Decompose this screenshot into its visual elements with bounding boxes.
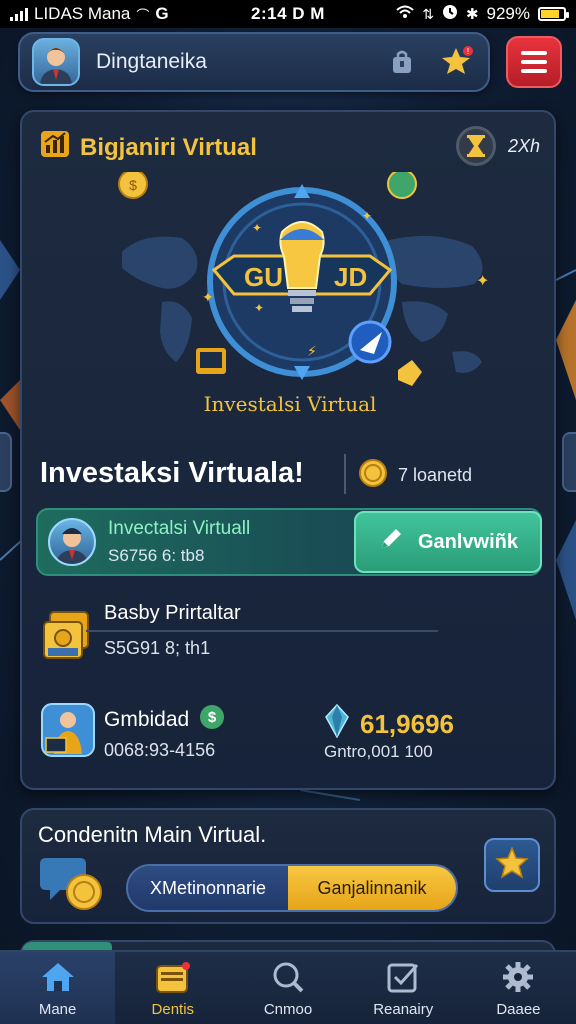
- divider: [344, 454, 346, 494]
- nav-label: Daaee: [496, 1000, 541, 1018]
- hero-sign-left: GU: [244, 262, 283, 292]
- side-tab-left[interactable]: [0, 432, 12, 492]
- battery-percent: 929%: [486, 4, 530, 23]
- main-virtual-title: Condenitn Main Virtual.: [38, 822, 267, 847]
- contribution-label: Gmbidad: [104, 708, 190, 731]
- svg-text:✦: ✦: [254, 301, 264, 315]
- svg-text:!: !: [467, 47, 469, 56]
- chart-badge-icon: [40, 130, 70, 165]
- investment-row[interactable]: Invectalsi Virtuall S6756 6: tb8 Ganlvwi…: [36, 508, 542, 576]
- gem-total: 61,9696: [324, 703, 454, 745]
- investor-avatar: [48, 518, 96, 566]
- investor-badge-icon: [40, 702, 96, 758]
- app-header: Dingtaneika !: [18, 32, 490, 92]
- nav-label: Cnmoo: [263, 1000, 313, 1018]
- search-icon: [268, 959, 308, 995]
- card-title-text: Bigjaniri Virtual: [80, 133, 257, 161]
- hero-caption: Investalsi Virtual: [203, 392, 377, 416]
- nav-item-settings[interactable]: Daaee: [461, 952, 576, 1024]
- bottom-nav: Mane Dentis Cnmoo Reanairy Daaee: [0, 950, 576, 1024]
- battery-icon: [538, 7, 569, 21]
- google-icon: G: [155, 4, 169, 23]
- contribution-label-wrap: Gmbidad $: [104, 704, 225, 736]
- data-icon: ⇅: [422, 5, 434, 22]
- svg-text:✦: ✦: [202, 289, 214, 305]
- nav-item-search[interactable]: Cnmoo: [230, 952, 345, 1024]
- star-icon: [495, 845, 529, 884]
- card-title: Bigjaniri Virtual: [40, 130, 257, 165]
- timer[interactable]: 2Xh: [455, 126, 540, 166]
- invest-button-label: Ganlvwiñk: [417, 530, 519, 553]
- favorite-button[interactable]: [484, 838, 540, 892]
- wifi-signal-icon: [396, 4, 414, 24]
- hourglass-icon: [455, 126, 496, 166]
- loaned-count: 7 loanetd: [358, 458, 472, 493]
- gem-value: 61,9696: [360, 709, 454, 739]
- hero-sign-right: JD: [334, 262, 367, 292]
- contribution-value: 0068:93-4156: [104, 740, 216, 760]
- investment-name: Invectalsi Virtuall: [108, 518, 251, 539]
- virtual-investment-card: Bigjaniri Virtual 2Xh GU JD $ ✦ ✦ ✦ ✦ ✦ …: [20, 110, 556, 790]
- mode-toggle[interactable]: XMetinonnarie Ganjalinnanik: [126, 864, 458, 912]
- home-icon: [38, 959, 78, 995]
- status-bar: LIDAS Mana ⌒ G 2:14 D M ⇅ ✱ 929%: [0, 0, 576, 28]
- svg-text:✦: ✦: [476, 273, 489, 290]
- balance-label: Basby Prirtaltar: [104, 602, 241, 624]
- pencil-icon: [378, 526, 404, 558]
- cash-stack-icon: [40, 608, 96, 664]
- crystal-icon: [324, 703, 350, 745]
- headline: Investaksi Virtuala!: [40, 457, 304, 489]
- nav-label: Dentis: [151, 1000, 195, 1018]
- nav-label: Mane: [38, 1000, 77, 1018]
- menu-button[interactable]: [506, 36, 562, 88]
- coin-icon: [358, 458, 388, 493]
- coin-chat-icon: [40, 852, 106, 912]
- hamburger-icon: [521, 51, 547, 55]
- gem-icon: [398, 360, 422, 386]
- wallet-icon: [153, 959, 193, 995]
- globe-coin-icon: [387, 169, 417, 199]
- nav-label: Reanairy: [373, 1000, 434, 1018]
- alarm-icon: [442, 4, 458, 25]
- side-tab-right[interactable]: [562, 432, 576, 492]
- nav-item-home[interactable]: Mane: [0, 952, 116, 1024]
- status-time: 2:14 D M: [251, 4, 325, 23]
- bluetooth-icon: ✱: [465, 6, 479, 23]
- loaned-text: 7 loanetd: [398, 465, 473, 485]
- gem-subtext: Gntro,001 100: [324, 742, 433, 761]
- nav-item-tasks[interactable]: Reanairy: [346, 952, 461, 1024]
- toggle-option-left[interactable]: XMetinonnarie: [128, 866, 288, 910]
- balance-row[interactable]: Basby Prirtaltar S5G91 8; th1: [40, 602, 540, 672]
- svg-text:$: $: [129, 177, 137, 193]
- divider: [86, 630, 438, 632]
- nav-item-wallet[interactable]: Dentis: [115, 952, 230, 1024]
- svg-text:⚡: ⚡: [307, 343, 317, 359]
- checklist-icon: [383, 959, 423, 995]
- balance-value: S5G91 8; th1: [104, 638, 211, 658]
- bag-icon[interactable]: [384, 44, 420, 80]
- svg-text:✦: ✦: [362, 209, 372, 223]
- signal-icon: [10, 7, 28, 21]
- main-virtual-card: Condenitn Main Virtual. XMetinonnarie Ga…: [20, 808, 556, 924]
- timer-label: 2Xh: [507, 135, 540, 156]
- dollar-badge-icon: $: [199, 704, 225, 736]
- invest-button[interactable]: Ganlvwiñk: [354, 511, 542, 573]
- svg-text:$: $: [208, 709, 217, 726]
- contribution-row[interactable]: Gmbidad $ 0068:93-4156 61,9696 Gntro,001…: [40, 698, 540, 768]
- toggle-option-right[interactable]: Ganjalinnanik: [288, 866, 456, 910]
- carrier-name: LIDAS Mana: [34, 4, 131, 23]
- header-title: Dingtaneika: [96, 50, 207, 73]
- investment-value: S6756 6: tb8: [108, 546, 205, 565]
- svg-text:✦: ✦: [252, 221, 262, 235]
- notification-star-icon[interactable]: !: [440, 44, 476, 80]
- avatar[interactable]: [32, 38, 80, 86]
- wifi-icon: ⌒: [136, 7, 150, 23]
- gear-icon: [498, 959, 538, 995]
